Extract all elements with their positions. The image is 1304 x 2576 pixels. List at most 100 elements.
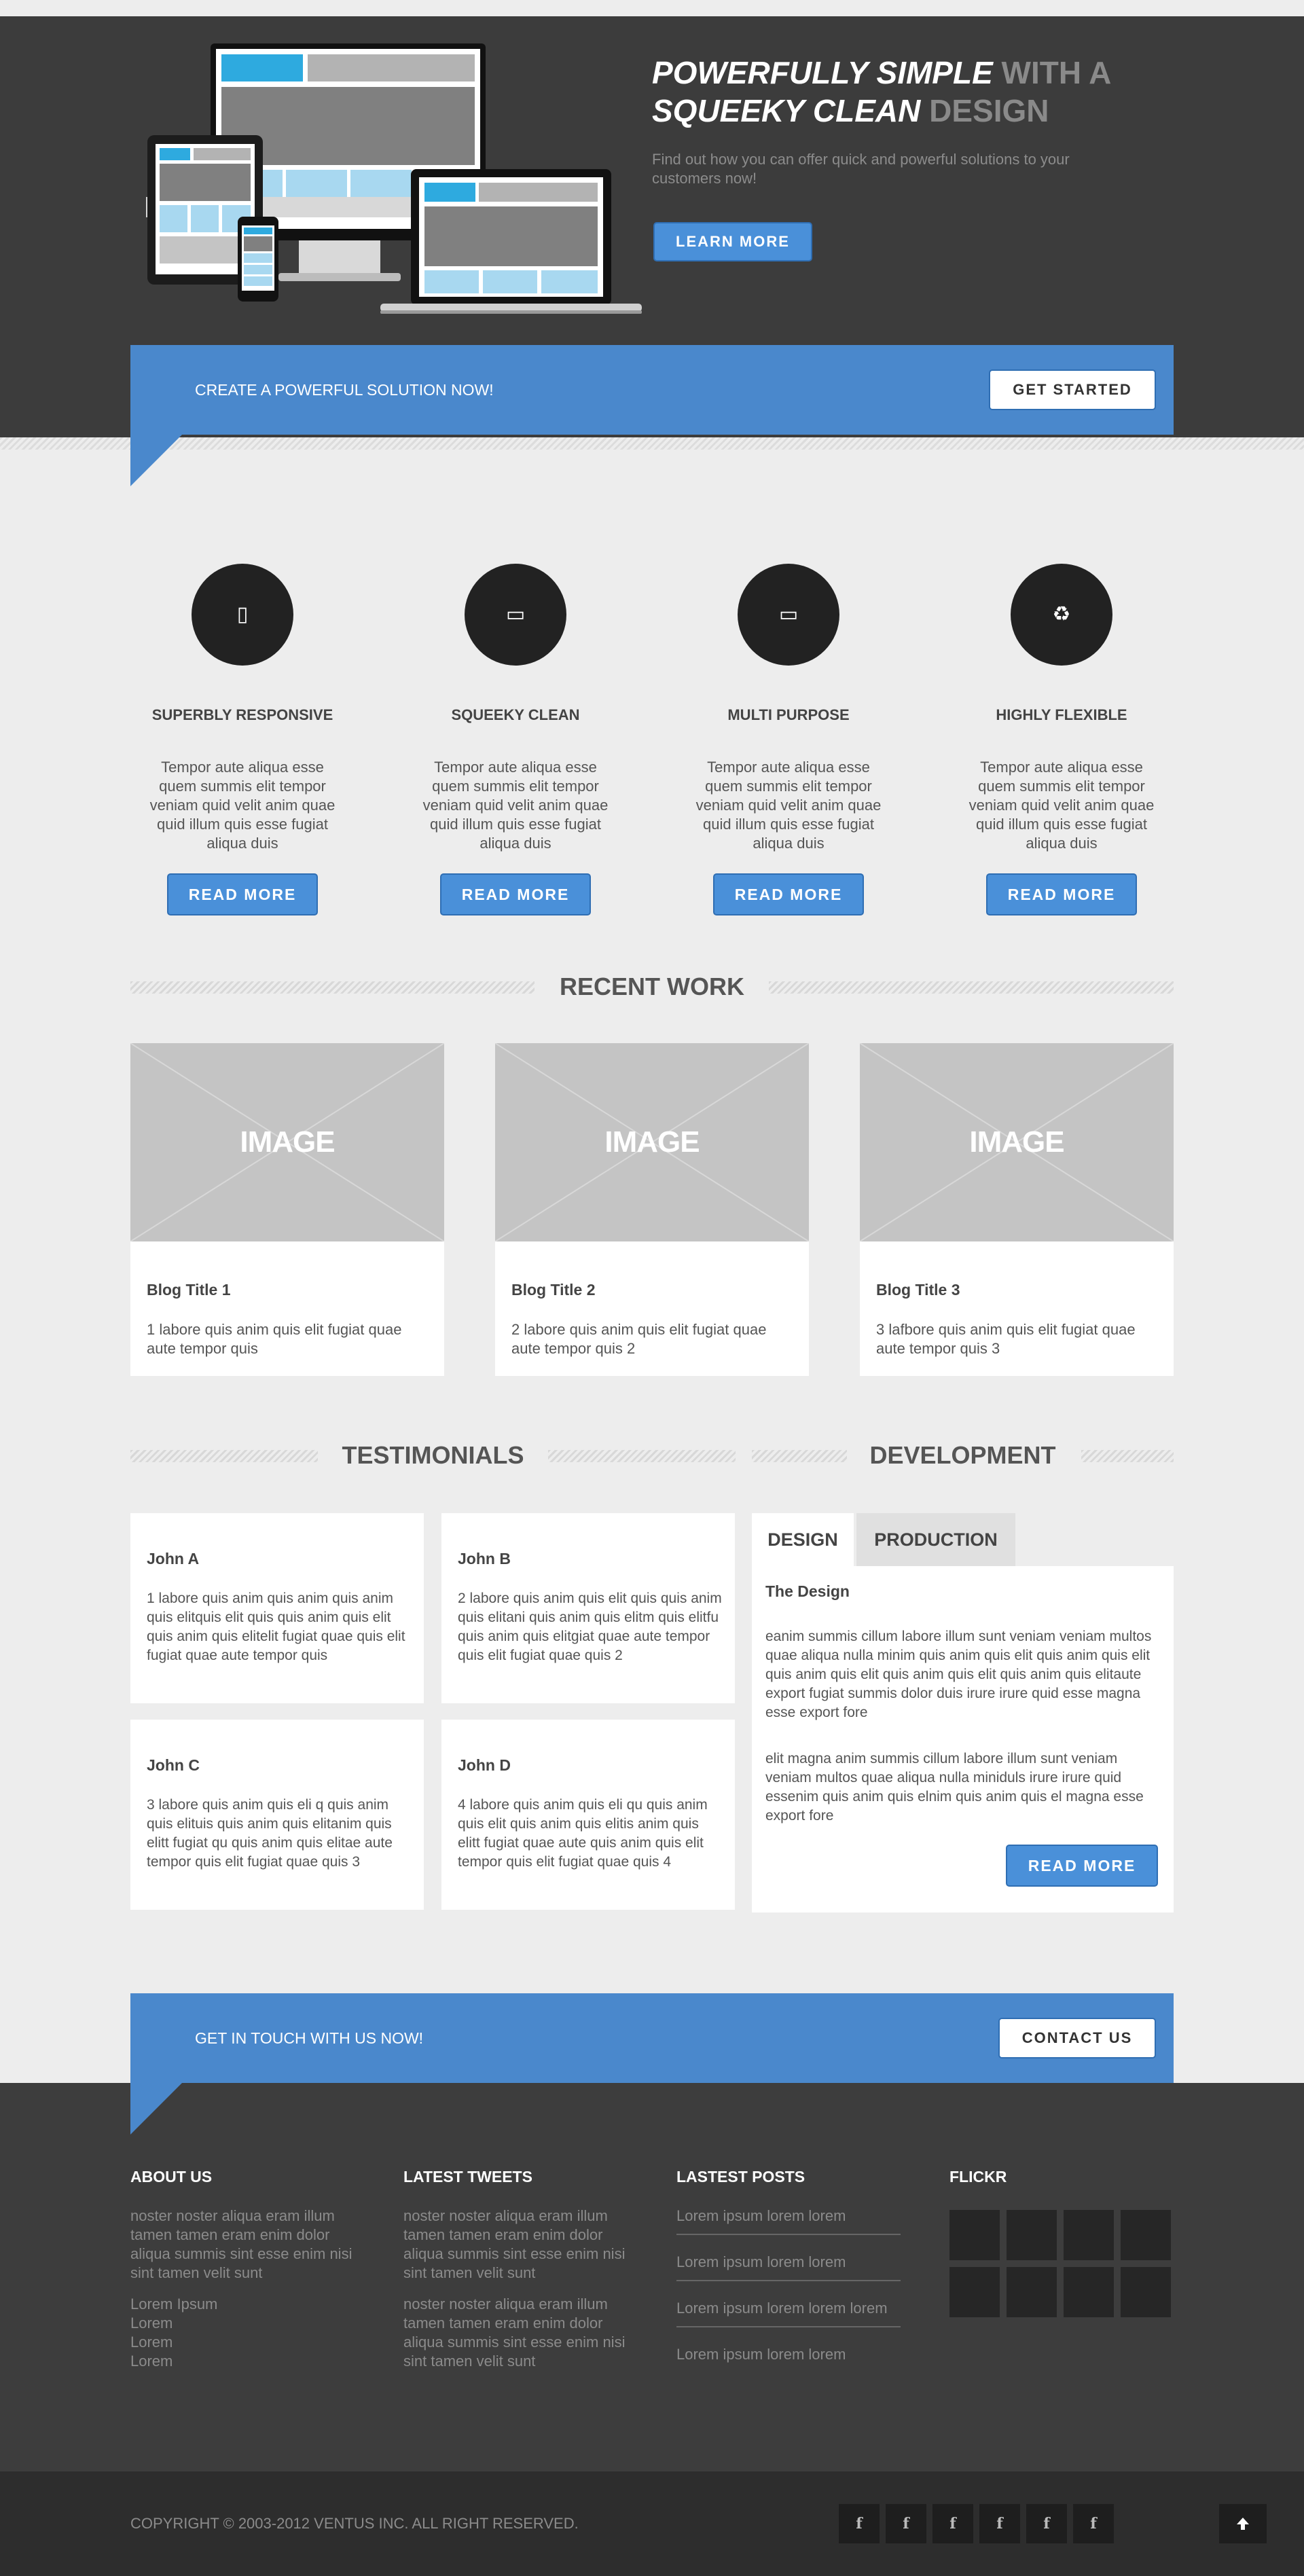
facebook-icon[interactable]: f (886, 2504, 926, 2543)
footer-posts: LASTEST POSTS Lorem ipsum lorem lorem Lo… (676, 2168, 907, 2390)
feature-title: SQUEEKY CLEAN (451, 706, 580, 723)
cta-banner-bottom: GET IN TOUCH WITH US NOW! CONTACT US (130, 1993, 1174, 2083)
post-link[interactable]: Lorem ipsum lorem lorem (676, 2345, 901, 2372)
facebook-icon[interactable]: f (979, 2504, 1020, 2543)
flickr-thumb[interactable] (1121, 2267, 1171, 2317)
footer-about-text: noster noster aliqua eram illum tamen ta… (130, 2207, 352, 2281)
flickr-thumb[interactable] (1007, 2210, 1057, 2260)
blog-title[interactable]: Blog Title 3 (876, 1281, 960, 1299)
work-card[interactable]: IMAGE Blog Title 3 3 lafbore quis anim q… (860, 1043, 1174, 1376)
testimonial-author: John B (458, 1550, 511, 1567)
panel-paragraph: eanim summis cillum labore illum sunt ve… (765, 1629, 1152, 1720)
facebook-icon[interactable]: f (839, 2504, 880, 2543)
image-placeholder: IMAGE (495, 1043, 809, 1241)
read-more-button[interactable]: READ MORE (713, 873, 864, 915)
blog-excerpt: 2 labore quis anim quis elit fugiat quae… (511, 1321, 767, 1357)
blog-title[interactable]: Blog Title 1 (147, 1281, 231, 1299)
hero-title-rest: WITH A (992, 55, 1112, 90)
desktop-icon: ▭ (465, 564, 566, 666)
read-more-button[interactable]: READ MORE (167, 873, 318, 915)
cta-banner-text: GET IN TOUCH WITH US NOW! (195, 2029, 424, 2047)
flickr-thumb[interactable] (1121, 2210, 1171, 2260)
tab-panel: The Design eanim summis cillum labore il… (752, 1566, 1174, 1912)
testimonial-card: John B 2 labore quis anim quis elit quis… (441, 1513, 735, 1703)
contact-us-button[interactable]: CONTACT US (998, 2018, 1156, 2058)
cta-banner-bottom-tail (130, 2083, 182, 2135)
feature-title: MULTI PURPOSE (727, 706, 850, 723)
get-started-button[interactable]: GET STARTED (989, 369, 1156, 410)
footer-link[interactable]: Lorem (130, 2352, 361, 2371)
testimonials-heading: TESTIMONIALS (130, 1442, 736, 1469)
testimonial-text: 4 labore quis anim quis eli qu quis anim… (458, 1797, 708, 1870)
hero-subtitle: Find out how you can offer quick and pow… (652, 151, 1070, 187)
feature-text: Tempor aute aliqua esse quem summis elit… (968, 759, 1155, 852)
testimonial-text: 2 labore quis anim quis elit quis quis a… (458, 1591, 722, 1663)
testimonial-card: John C 3 labore quis anim quis eli q qui… (130, 1720, 424, 1910)
arrow-up-icon[interactable] (1219, 2504, 1267, 2543)
footer-link[interactable]: Lorem (130, 2333, 361, 2352)
tab-design[interactable]: DESIGN (752, 1513, 854, 1566)
feature-title: SUPERBLY RESPONSIVE (151, 706, 333, 723)
read-more-button[interactable]: READ MORE (986, 873, 1137, 915)
hero-title-rest-2: DESIGN (920, 93, 1049, 128)
laptop-icon: ▭ (738, 564, 839, 666)
work-card[interactable]: IMAGE Blog Title 1 1 labore quis anim qu… (130, 1043, 444, 1376)
section-title: TESTIMONIALS (342, 1441, 524, 1469)
footer-heading: ABOUT US (130, 2168, 213, 2185)
image-label: IMAGE (604, 1125, 700, 1159)
testimonial-author: John A (147, 1550, 200, 1567)
facebook-icon[interactable]: f (932, 2504, 973, 2543)
hero-title-highlight: POWERFULLY SIMPLE (652, 55, 993, 90)
top-strip (0, 0, 1304, 16)
footer-flickr: FLICKR (949, 2168, 1174, 2186)
hero-title-highlight-2: SQUEEKY CLEAN (652, 93, 921, 128)
flickr-thumb[interactable] (1007, 2267, 1057, 2317)
flickr-thumb[interactable] (1064, 2267, 1114, 2317)
tweet-text: noster noster aliqua eram illum tamen ta… (403, 2207, 626, 2281)
blog-title[interactable]: Blog Title 2 (511, 1281, 596, 1299)
tweet-text: noster noster aliqua eram illum tamen ta… (403, 2296, 626, 2370)
facebook-icon[interactable]: f (1073, 2504, 1114, 2543)
flickr-thumb[interactable] (949, 2267, 1000, 2317)
feature-item: ▯ SUPERBLY RESPONSIVE Tempor aute aliqua… (130, 564, 355, 915)
read-more-button[interactable]: READ MORE (440, 873, 591, 915)
footer-tweets: LATEST TWEETS noster noster aliqua eram … (403, 2168, 634, 2371)
image-placeholder: IMAGE (130, 1043, 444, 1241)
testimonial-author: John D (458, 1756, 511, 1774)
cta-banner-top: CREATE A POWERFUL SOLUTION NOW! GET STAR… (130, 345, 1174, 435)
learn-more-button[interactable]: LEARN MORE (653, 222, 812, 261)
footer-link[interactable]: Lorem (130, 2314, 361, 2333)
footer: ABOUT US noster noster aliqua eram illum… (0, 2083, 1304, 2471)
hero-title: POWERFULLY SIMPLE WITH A SQUEEKY CLEAN D… (652, 54, 1168, 130)
development-heading: DEVELOPMENT (752, 1442, 1174, 1469)
development-tabs: DESIGN PRODUCTION The Design eanim summi… (752, 1513, 1174, 1912)
footer-link[interactable]: Lorem Ipsum (130, 2295, 361, 2314)
footer-heading: FLICKR (949, 2168, 1007, 2185)
feature-item: ▭ SQUEEKY CLEAN Tempor aute aliqua esse … (403, 564, 628, 915)
image-placeholder: IMAGE (860, 1043, 1174, 1241)
image-label: IMAGE (240, 1125, 335, 1159)
section-title: RECENT WORK (560, 973, 744, 1000)
hero-divider-stripe (0, 437, 1304, 450)
blog-excerpt: 1 labore quis anim quis elit fugiat quae… (147, 1321, 402, 1357)
tab-production[interactable]: PRODUCTION (856, 1513, 1015, 1566)
panel-title: The Design (765, 1582, 850, 1600)
features-section: ▯ SUPERBLY RESPONSIVE Tempor aute aliqua… (130, 564, 1174, 915)
read-more-button[interactable]: READ MORE (1006, 1845, 1158, 1887)
work-card[interactable]: IMAGE Blog Title 2 2 labore quis anim qu… (495, 1043, 809, 1376)
image-label: IMAGE (969, 1125, 1064, 1159)
post-link[interactable]: Lorem ipsum lorem lorem (676, 2207, 901, 2235)
feature-item: ♻ HIGHLY FLEXIBLE Tempor aute aliqua ess… (949, 564, 1174, 915)
flickr-thumb[interactable] (1064, 2210, 1114, 2260)
cta-banner-top-tail (130, 435, 182, 486)
post-link[interactable]: Lorem ipsum lorem lorem lorem (676, 2299, 901, 2327)
flickr-thumb[interactable] (949, 2210, 1000, 2260)
testimonial-card: John D 4 labore quis anim quis eli qu qu… (441, 1720, 735, 1910)
cta-banner-text: CREATE A POWERFUL SOLUTION NOW! (195, 381, 494, 399)
feature-text: Tempor aute aliqua esse quem summis elit… (149, 759, 336, 852)
responsive-devices-illustration (146, 43, 642, 314)
bottom-bar: COPYRIGHT © 2003-2012 VENTUS INC. ALL RI… (0, 2471, 1304, 2576)
footer-heading: LATEST TWEETS (403, 2168, 532, 2185)
post-link[interactable]: Lorem ipsum lorem lorem (676, 2253, 901, 2281)
facebook-icon[interactable]: f (1026, 2504, 1067, 2543)
